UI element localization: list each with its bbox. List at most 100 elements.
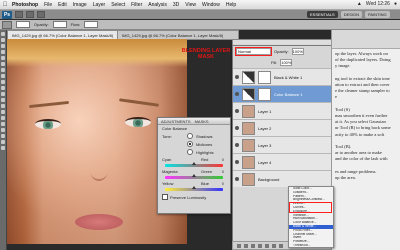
wifi-icon[interactable]: ▲ [357, 1, 362, 7]
layer-mask-thumbnail[interactable] [258, 87, 271, 101]
layer-row[interactable]: Black & White 1 [233, 68, 331, 85]
article-text: op the layer. Always work on of the dupl… [332, 49, 400, 183]
layer-row[interactable]: Layer 1 [233, 102, 331, 119]
menu-edit[interactable]: Edit [58, 2, 67, 8]
eraser-tool-icon[interactable] [1, 92, 5, 96]
preserve-luminosity-checkbox[interactable] [162, 194, 168, 200]
fill-value[interactable]: 100% [280, 59, 293, 66]
magenta-green-value: 0 [221, 169, 224, 174]
brush-picker[interactable] [16, 21, 30, 28]
layer-name: Background [258, 176, 280, 182]
layer-row[interactable]: Background [233, 170, 331, 187]
workspace-essentials[interactable]: ESSENTIALS [307, 11, 338, 18]
workspace-painting[interactable]: PAINTING [365, 11, 390, 18]
right-eye [125, 117, 151, 127]
menu-view[interactable]: View [185, 2, 196, 8]
tab-adjustments[interactable]: ADJUSTMENTS [161, 119, 191, 124]
opacity-value[interactable]: 100% [291, 48, 304, 55]
visibility-eye-icon[interactable] [235, 160, 239, 164]
shadows-radio[interactable] [187, 133, 193, 139]
spotlight-icon[interactable]: ● [394, 1, 397, 7]
tab-masks[interactable]: MASKS [195, 119, 209, 124]
layer-style-icon[interactable] [244, 243, 248, 248]
menu-filter[interactable]: Filter [131, 2, 142, 8]
visibility-eye-icon[interactable] [235, 143, 239, 147]
menu-image[interactable]: Image [73, 2, 87, 8]
magenta-green-knob[interactable] [192, 174, 196, 177]
midtones-radio[interactable] [187, 141, 193, 147]
hand-tool-icon[interactable] [1, 140, 5, 144]
blend-mode-select[interactable]: Normal [235, 47, 272, 56]
workspace-design[interactable]: DESIGN [340, 11, 363, 18]
marquee-tool-icon[interactable] [1, 38, 5, 42]
highlights-radio[interactable] [187, 149, 193, 155]
clock[interactable]: Wed 12:26 [366, 1, 390, 7]
visibility-eye-icon[interactable] [235, 75, 239, 79]
new-layer-icon[interactable] [272, 243, 276, 248]
preserve-luminosity-label: Preserve Luminosity [170, 194, 207, 200]
layer-row-selected[interactable]: Color Balance 1 [233, 85, 331, 102]
clone-stamp-tool-icon[interactable] [1, 80, 5, 84]
gradient-tool-icon[interactable] [1, 98, 5, 102]
history-brush-tool-icon[interactable] [1, 86, 5, 90]
link-layers-icon[interactable] [237, 243, 241, 248]
path-select-tool-icon[interactable] [1, 128, 5, 132]
trash-icon[interactable] [279, 243, 283, 248]
visibility-eye-icon[interactable] [235, 126, 239, 130]
layer-mask-thumbnail[interactable] [258, 70, 271, 84]
tone-label: Tone: [162, 133, 172, 139]
visibility-eye-icon[interactable] [235, 177, 239, 181]
adjustment-title: Color Balance [162, 126, 188, 131]
tone-midtones-row[interactable]: Midtones [158, 140, 230, 148]
menu-select[interactable]: Select [111, 2, 125, 8]
layer-row[interactable]: Layer 2 [233, 119, 331, 136]
tone-shadows-row[interactable]: Tone: Shadows [158, 132, 230, 140]
visibility-eye-icon[interactable] [235, 92, 239, 96]
pen-tool-icon[interactable] [1, 116, 5, 120]
preserve-luminosity-row[interactable]: Preserve Luminosity [158, 192, 230, 202]
tool-preset-icon[interactable] [2, 20, 12, 29]
new-adjustment-layer-icon[interactable] [258, 243, 262, 248]
yellow-blue-slider[interactable] [165, 186, 223, 191]
bridge-icon[interactable] [15, 11, 23, 18]
brush-tool-icon[interactable] [1, 74, 5, 78]
add-mask-icon[interactable] [251, 243, 255, 248]
layer-name: Layer 3 [258, 142, 272, 148]
menu-help[interactable]: Help [226, 2, 236, 8]
menu-layer[interactable]: Layer [93, 2, 106, 8]
quick-select-tool-icon[interactable] [1, 50, 5, 54]
magenta-green-slider[interactable] [165, 174, 223, 179]
visibility-eye-icon[interactable] [235, 109, 239, 113]
move-tool-icon[interactable] [1, 32, 5, 36]
menu-3d[interactable]: 3D [173, 2, 179, 8]
type-tool-icon[interactable] [1, 122, 5, 126]
zoom-icon[interactable] [26, 11, 34, 18]
shape-tool-icon[interactable] [1, 134, 5, 138]
menu-window[interactable]: Window [202, 2, 220, 8]
layer-row[interactable]: Layer 3 [233, 136, 331, 153]
flow-option-field[interactable] [84, 21, 99, 28]
arrange-icon[interactable] [37, 11, 45, 18]
menu-analysis[interactable]: Analysis [148, 2, 167, 8]
zoom-tool-icon[interactable] [1, 146, 5, 150]
opacity-option-field[interactable] [52, 21, 67, 28]
tone-highlights-row[interactable]: Highlights [158, 148, 230, 156]
blur-tool-icon[interactable] [1, 104, 5, 108]
lasso-tool-icon[interactable] [1, 44, 5, 48]
new-group-icon[interactable] [265, 243, 269, 248]
cyan-red-slider[interactable] [165, 162, 223, 167]
adjustment-thumbnail [242, 70, 255, 84]
apple-icon[interactable]:  [0, 2, 10, 8]
crop-tool-icon[interactable] [1, 56, 5, 60]
cyan-red-knob[interactable] [192, 162, 196, 165]
menu-file[interactable]: File [44, 2, 52, 8]
healing-tool-icon[interactable] [1, 68, 5, 72]
dodge-tool-icon[interactable] [1, 110, 5, 114]
menu-item-threshold[interactable]: Threshold... [289, 244, 333, 248]
red-label: Red [201, 157, 209, 162]
layer-row[interactable]: Layer 4 [233, 153, 331, 170]
menu-app[interactable]: Photoshop [12, 2, 38, 8]
document-tab-1-label: IMG_1429.jpg @ 66.7% (Color Balance 1, L… [12, 32, 114, 38]
eyedropper-tool-icon[interactable] [1, 62, 5, 66]
yellow-blue-knob[interactable] [192, 186, 196, 189]
